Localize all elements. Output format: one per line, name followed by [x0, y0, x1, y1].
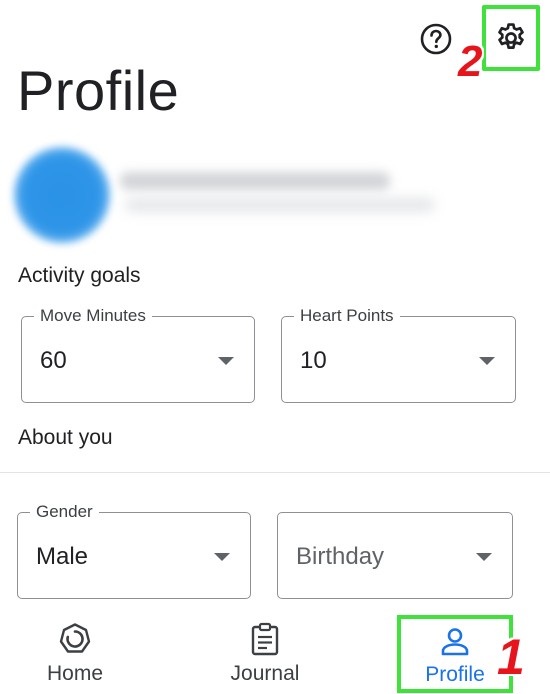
help-button[interactable]: [417, 20, 455, 58]
nav-journal[interactable]: Journal: [215, 612, 315, 694]
nav-profile[interactable]: Profile: [397, 615, 513, 693]
birthday-placeholder: Birthday: [296, 543, 385, 570]
nav-home[interactable]: Home: [30, 612, 120, 694]
about-you-heading: About you: [18, 426, 113, 449]
dropdown-arrow-icon: [214, 553, 230, 561]
account-name-blurred: [120, 172, 390, 190]
settings-button[interactable]: [482, 5, 540, 71]
move-minutes-value: 60: [40, 347, 67, 374]
annotation-step-1: 1: [497, 629, 525, 685]
gender-dropdown[interactable]: Gender Male: [17, 501, 251, 599]
activity-goals-heading: Activity goals: [18, 264, 141, 287]
heart-points-label: Heart Points: [294, 305, 400, 327]
gender-label: Gender: [30, 501, 99, 523]
gender-value: Male: [36, 543, 89, 570]
dropdown-arrow-icon: [479, 357, 495, 365]
nav-journal-label: Journal: [230, 662, 300, 685]
nav-home-label: Home: [46, 662, 104, 685]
annotation-step-2: 2: [458, 37, 483, 86]
home-ring-icon: [59, 623, 91, 653]
birthday-dropdown[interactable]: Birthday: [277, 512, 513, 599]
bottom-navigation: Home Journal Profile: [0, 612, 550, 694]
avatar[interactable]: [14, 147, 110, 243]
dropdown-arrow-icon: [218, 357, 234, 365]
heart-points-dropdown[interactable]: Heart Points 10: [281, 305, 516, 403]
page-title: Profile: [17, 59, 180, 122]
gear-icon: [498, 23, 524, 49]
help-circle-icon: [420, 23, 452, 55]
move-minutes-dropdown[interactable]: Move Minutes 60: [21, 305, 255, 403]
heart-points-value: 10: [300, 347, 327, 374]
nav-profile-label: Profile: [425, 663, 485, 686]
account-email-blurred: [125, 198, 435, 212]
clipboard-icon: [251, 622, 279, 656]
move-minutes-label: Move Minutes: [34, 305, 152, 327]
dropdown-arrow-icon: [476, 553, 492, 561]
divider: [0, 472, 550, 473]
person-icon: [441, 628, 469, 656]
